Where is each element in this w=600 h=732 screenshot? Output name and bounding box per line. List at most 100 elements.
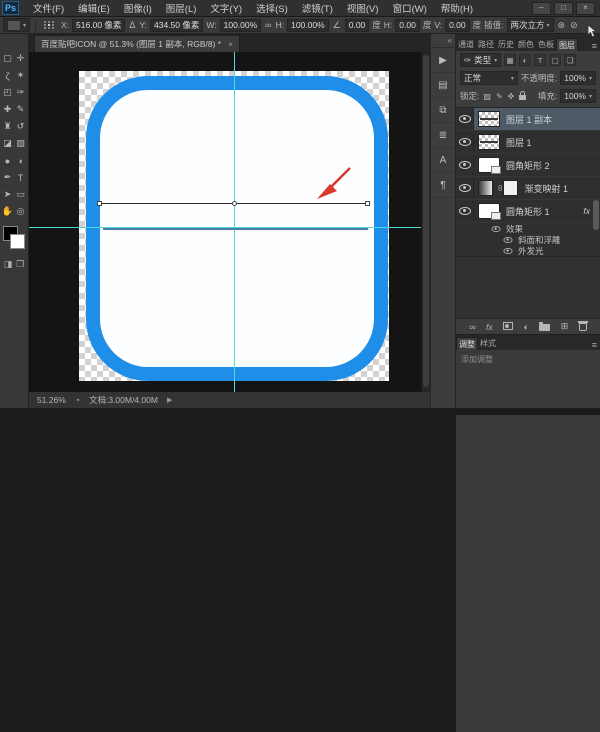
visibility-toggle[interactable]	[456, 154, 474, 176]
close-button[interactable]: ×	[576, 2, 595, 15]
menu-window[interactable]: 窗口(W)	[386, 1, 434, 15]
scrollbar-thumb[interactable]	[423, 55, 429, 387]
filter-kind-select[interactable]: ✑ 类型 ▾	[460, 53, 501, 67]
dodge-tool[interactable]: ◖	[14, 152, 27, 169]
tab-styles[interactable]: 样式	[478, 337, 498, 350]
visibility-toggle[interactable]	[456, 177, 474, 199]
h-skew-field[interactable]: 0.00	[395, 19, 420, 32]
healing-brush-tool[interactable]: ✚	[1, 101, 14, 118]
tab-paths[interactable]: 路径	[476, 38, 496, 51]
menu-file[interactable]: 文件(F)	[26, 1, 71, 15]
move-tool[interactable]: ✛	[14, 50, 27, 67]
shape-layer-filter-icon[interactable]: ▢	[549, 54, 561, 66]
width-scale-field[interactable]: 100.00%	[220, 19, 262, 32]
quick-mask-button[interactable]: ◨	[4, 259, 13, 270]
tab-channels[interactable]: 通道	[456, 38, 476, 51]
crop-tool[interactable]: ◰	[1, 84, 14, 101]
document-tab[interactable]: 百度贴吧ICON @ 51.3% (图层 1 副本, RGB/8) * ×	[34, 35, 240, 52]
expand-dock-button[interactable]: «	[431, 34, 455, 48]
tool-preset-picker[interactable]: ▾	[3, 18, 30, 32]
eye-icon[interactable]	[492, 226, 501, 232]
layer-row-layer1-copy[interactable]: 图层 1 副本	[456, 108, 600, 131]
layer-mask-thumbnail[interactable]	[503, 180, 518, 196]
layer-name[interactable]: 图层 1	[506, 136, 532, 149]
layer-row-layer1[interactable]: 图层 1	[456, 131, 600, 154]
effects-row[interactable]: 效果	[456, 223, 600, 234]
link-layers-button[interactable]: ∞	[469, 322, 475, 332]
hand-tool[interactable]: ✋	[1, 203, 14, 220]
shape-layer-thumbnail[interactable]	[478, 157, 500, 173]
tab-color[interactable]: 颜色	[516, 38, 536, 51]
gradient-tool[interactable]: ▨	[14, 135, 27, 152]
add-layer-mask-button[interactable]	[503, 322, 513, 332]
status-options-arrow[interactable]: ▶	[167, 396, 172, 404]
screen-mode-button[interactable]: ❐	[16, 259, 24, 270]
layer-name[interactable]: 圆角矩形 1	[506, 205, 550, 218]
panel-menu-icon[interactable]: ≡	[592, 41, 600, 51]
fill-field[interactable]: 100% ▾	[560, 89, 596, 103]
transform-center-point[interactable]	[232, 201, 237, 206]
pen-tool[interactable]: ✒	[1, 169, 14, 186]
opacity-field[interactable]: 100% ▾	[560, 71, 596, 85]
shape-tool[interactable]: ▭	[14, 186, 27, 203]
lock-transparent-icon[interactable]: ▨	[482, 92, 492, 101]
character-panel-icon[interactable]: A	[431, 148, 455, 173]
menu-image[interactable]: 图像(I)	[117, 1, 159, 15]
add-layer-style-button[interactable]: fx	[486, 322, 493, 332]
tab-adjustments[interactable]: 调整	[456, 337, 478, 350]
eye-icon[interactable]	[504, 248, 513, 254]
tab-history[interactable]: 历史	[496, 38, 516, 51]
menu-help[interactable]: 帮助(H)	[434, 1, 480, 15]
menu-filter[interactable]: 滤镜(T)	[295, 1, 340, 15]
history-brush-tool[interactable]: ↺	[14, 118, 27, 135]
fx-badge[interactable]: fx	[583, 206, 590, 216]
document-scrollbar[interactable]	[421, 52, 430, 392]
layer-name[interactable]: 渐变映射 1	[524, 182, 568, 195]
zoom-tool[interactable]: ◎	[14, 203, 27, 220]
clone-stamp-tool[interactable]: ♜	[1, 118, 14, 135]
background-color-swatch[interactable]	[10, 234, 25, 249]
blend-mode-select[interactable]: 正常 ▾	[460, 71, 518, 85]
transform-handle-left[interactable]	[97, 201, 102, 206]
delete-layer-button[interactable]	[579, 321, 587, 333]
relative-position-toggle-icon[interactable]: Δ	[128, 20, 136, 30]
new-group-button[interactable]	[539, 321, 550, 333]
eraser-tool[interactable]: ◪	[1, 135, 14, 152]
visibility-toggle[interactable]	[456, 200, 474, 222]
layer-name[interactable]: 图层 1 副本	[506, 113, 552, 126]
pixel-layer-filter-icon[interactable]: ▦	[504, 54, 516, 66]
interpolation-select[interactable]: 两次立方 ▾	[507, 18, 554, 32]
path-selection-tool[interactable]: ➤	[1, 186, 14, 203]
outer-glow-row[interactable]: 外发光	[456, 245, 600, 256]
eye-icon[interactable]	[504, 237, 513, 243]
warp-mode-toggle-icon[interactable]: ⊛	[557, 20, 567, 31]
reference-point-locator[interactable]	[44, 21, 55, 29]
layer-thumbnail[interactable]	[478, 111, 500, 127]
layer-thumbnail[interactable]	[478, 134, 500, 150]
layer-row-rounded-rect-1[interactable]: 圆角矩形 1 fx ▾	[456, 200, 600, 223]
adjustment-layer-filter-icon[interactable]: ◐	[519, 54, 531, 66]
brush-tool[interactable]: ✎	[14, 101, 27, 118]
menu-type[interactable]: 文字(Y)	[203, 1, 249, 15]
paragraph-panel-icon[interactable]: ¶	[431, 173, 455, 198]
lock-position-icon[interactable]: ✜	[507, 92, 516, 101]
layer-row-rounded-rect-2[interactable]: 圆角矩形 2	[456, 154, 600, 177]
type-layer-filter-icon[interactable]: T	[534, 54, 546, 66]
height-scale-field[interactable]: 100.00%	[287, 19, 329, 32]
magic-wand-tool[interactable]: ✶	[14, 67, 27, 84]
new-adjustment-layer-button[interactable]: ◐	[524, 322, 529, 332]
clone-source-panel-icon[interactable]: ⧉	[431, 98, 455, 123]
lock-all-icon[interactable]	[518, 91, 527, 102]
visibility-toggle[interactable]	[456, 108, 474, 130]
maximize-button[interactable]: □	[554, 2, 573, 15]
layers-scrollbar-thumb[interactable]	[593, 200, 599, 230]
zoom-level-field[interactable]: 51.26%	[37, 395, 66, 405]
brush-panel-icon[interactable]: ▤	[431, 73, 455, 98]
smart-object-filter-icon[interactable]: ❏	[564, 54, 576, 66]
new-layer-button[interactable]: ⊞	[561, 321, 569, 332]
eyedropper-tool[interactable]: ✑	[14, 84, 27, 101]
panel-menu-icon[interactable]: ≡	[592, 340, 600, 350]
layer-comps-panel-icon[interactable]: ≣	[431, 123, 455, 148]
actions-panel-icon[interactable]: ▶	[431, 48, 455, 73]
menu-layer[interactable]: 图层(L)	[159, 1, 204, 15]
